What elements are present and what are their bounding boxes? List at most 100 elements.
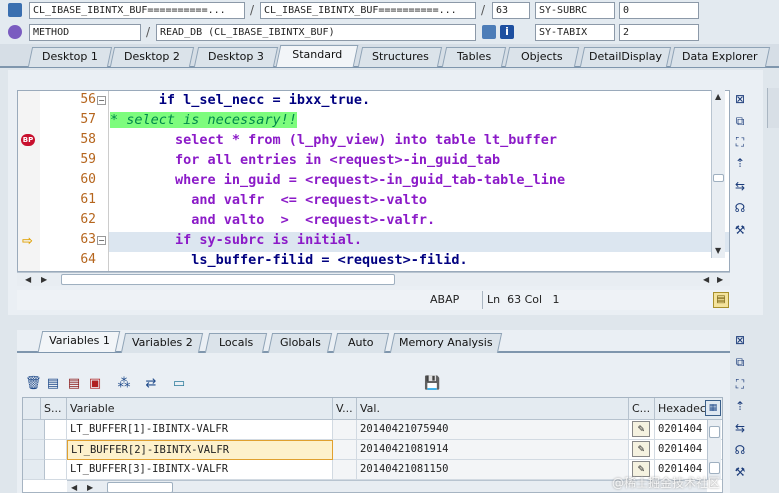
grid-header-status[interactable]: S... [41, 398, 67, 420]
fold-toggle-icon[interactable]: − [97, 236, 106, 245]
tab-globals[interactable]: Globals [267, 333, 333, 353]
code-line-62[interactable]: and valto > <request>-valfr. [110, 212, 435, 228]
value-cell[interactable]: 20140421081914 [357, 440, 629, 460]
sysvar-field-2[interactable]: SY-TABIX [535, 24, 615, 41]
tab-tables[interactable]: Tables [441, 47, 507, 67]
grid-header-change[interactable]: C... [629, 398, 655, 420]
grid-header-v[interactable]: V... [333, 398, 357, 420]
variable-cell[interactable]: LT_BUFFER[3]-IBINTX-VALFR [67, 460, 333, 480]
headset-icon[interactable]: ☊ [732, 200, 748, 216]
edit-pencil-icon[interactable]: ✎ [632, 441, 650, 457]
save-icon[interactable]: 💾 [424, 376, 440, 392]
grid-vscroll-thumb[interactable] [709, 426, 720, 438]
breakpoint-icon[interactable]: BP [21, 134, 35, 146]
tools-icon[interactable]: ⚒ [732, 464, 748, 480]
scroll-right-icon[interactable]: ▶ [41, 275, 47, 284]
delete-icon[interactable]: 🗑 [25, 376, 42, 392]
sysval-field-2[interactable]: 2 [619, 24, 699, 41]
close-icon[interactable]: ⊠ [732, 332, 748, 348]
tab-auto[interactable]: Auto [332, 333, 390, 353]
method-icon [8, 25, 22, 39]
editor-hscroll-thumb[interactable] [61, 274, 395, 285]
tab-desktop-3[interactable]: Desktop 3 [193, 47, 279, 67]
row-selector[interactable] [23, 440, 45, 460]
display-icon[interactable] [482, 25, 496, 39]
line-number: 61 [80, 192, 96, 207]
value-cell[interactable]: 20140421081150 [357, 460, 629, 480]
tab-memory-analysis[interactable]: Memory Analysis [389, 333, 503, 353]
tab-locals[interactable]: Locals [204, 333, 268, 353]
editor-vscroll-thumb[interactable] [713, 174, 724, 182]
edit-pencil-icon[interactable]: ✎ [632, 421, 650, 437]
code-line-64[interactable]: ls_buffer-filid = <request>-filid. [110, 252, 467, 268]
code-line-63[interactable]: if sy-subrc is initial. [110, 232, 362, 248]
grid-header-value[interactable]: Val. [357, 398, 629, 420]
maximize-icon[interactable]: ⇡ [732, 398, 748, 414]
close-icon[interactable]: ⊠ [732, 91, 748, 107]
transfer-icon[interactable]: ⇄ [143, 376, 159, 392]
code-line-60[interactable]: where in_guid = <request>-in_guid_tab-ta… [110, 172, 565, 188]
tab-variables-2[interactable]: Variables 2 [120, 333, 204, 353]
sysvar-field-1[interactable]: SY-SUBRC [535, 2, 615, 19]
tab-desktop-1[interactable]: Desktop 1 [27, 47, 113, 67]
info-icon[interactable]: i [500, 25, 514, 39]
program-field-1[interactable]: CL_IBASE_IBINTX_BUF==========... [29, 2, 245, 19]
remove-row-icon[interactable]: ▤ [66, 376, 82, 392]
scroll-down-icon[interactable]: ▼ [715, 246, 721, 255]
event-name-field[interactable]: READ_DB (CL_IBASE_IBINTX_BUF) [156, 24, 476, 41]
event-type-field[interactable]: METHOD [29, 24, 141, 41]
editor-hscrollbar[interactable]: ◀ ▶ ◀ ▶ [17, 272, 730, 286]
hierarchy-icon[interactable]: ⁂ [116, 376, 132, 392]
save-layout-icon[interactable]: ▣ [87, 376, 103, 392]
variable-cell[interactable]: LT_BUFFER[1]-IBINTX-VALFR [67, 420, 333, 440]
scroll-up-icon[interactable]: ▲ [715, 92, 721, 101]
variable-cell-active[interactable]: LT_BUFFER[2]-IBINTX-VALFR [67, 440, 333, 460]
headset-icon[interactable]: ☊ [732, 442, 748, 458]
grid-vscroll-thumb[interactable] [709, 462, 720, 474]
fold-toggle-icon[interactable]: − [97, 96, 106, 105]
tab-objects[interactable]: Objects [504, 47, 580, 67]
swap-icon[interactable]: ⇆ [732, 420, 748, 436]
maximize-icon[interactable]: ⇡ [732, 155, 748, 171]
separator: / [481, 3, 486, 17]
grid-vscrollbar[interactable] [707, 420, 721, 480]
fullscreen-icon[interactable]: ⛶ [732, 134, 748, 150]
grid-hscrollbar[interactable]: ◀ ▶ [67, 480, 707, 492]
folder-icon[interactable]: ▭ [171, 376, 187, 392]
value-cell[interactable]: 20140421075940 [357, 420, 629, 440]
tools-icon[interactable]: ⚒ [732, 222, 748, 238]
notes-icon[interactable]: ▤ [713, 292, 729, 308]
replace-icon[interactable]: ⧉ [732, 113, 748, 129]
row-selector[interactable] [23, 420, 45, 440]
code-line-58[interactable]: select * from (l_phy_view) into table lt… [110, 132, 557, 148]
scroll-left-icon[interactable]: ◀ [25, 275, 31, 284]
grid-hscroll-thumb[interactable] [107, 482, 173, 492]
tab-variables-1[interactable]: Variables 1 [37, 331, 121, 352]
scroll-left-icon[interactable]: ◀ [703, 275, 709, 284]
column-settings-icon[interactable]: ▦ [705, 400, 721, 416]
program-field-2[interactable]: CL_IBASE_IBINTX_BUF==========... [260, 2, 476, 19]
add-row-icon[interactable]: ▤ [45, 376, 61, 392]
code-line-56[interactable]: if l_sel_necc = ibxx_true. [110, 92, 370, 108]
line-field[interactable]: 63 [492, 2, 530, 19]
scroll-right-icon[interactable]: ▶ [717, 275, 723, 284]
swap-icon[interactable]: ⇆ [732, 178, 748, 194]
splitter[interactable] [8, 315, 779, 323]
replace-icon[interactable]: ⧉ [732, 354, 748, 370]
row-selector[interactable] [23, 460, 45, 480]
tab-structures[interactable]: Structures [357, 47, 443, 67]
scroll-right-icon[interactable]: ▶ [87, 483, 93, 492]
tab-desktop-2[interactable]: Desktop 2 [109, 47, 195, 67]
code-line-57[interactable]: * select is necessary!! [110, 112, 297, 128]
scroll-left-icon[interactable]: ◀ [71, 483, 77, 492]
tab-data-explorer[interactable]: Data Explorer [669, 47, 771, 67]
code-editor[interactable]: BP ⇨ 56 57 58 59 60 61 62 63 64 − − if l… [17, 90, 730, 272]
tab-detaildisplay[interactable]: DetailDisplay [579, 47, 672, 67]
code-line-59[interactable]: for all entries in <request>-in_guid_tab [110, 152, 500, 168]
code-line-61[interactable]: and valfr <= <request>-valto [110, 192, 427, 208]
editor-vscrollbar[interactable]: ▲ ▼ [711, 90, 725, 258]
tab-standard[interactable]: Standard [275, 45, 359, 67]
grid-header-variable[interactable]: Variable [67, 398, 333, 420]
sysval-field-1[interactable]: 0 [619, 2, 699, 19]
fullscreen-icon[interactable]: ⛶ [732, 376, 748, 392]
